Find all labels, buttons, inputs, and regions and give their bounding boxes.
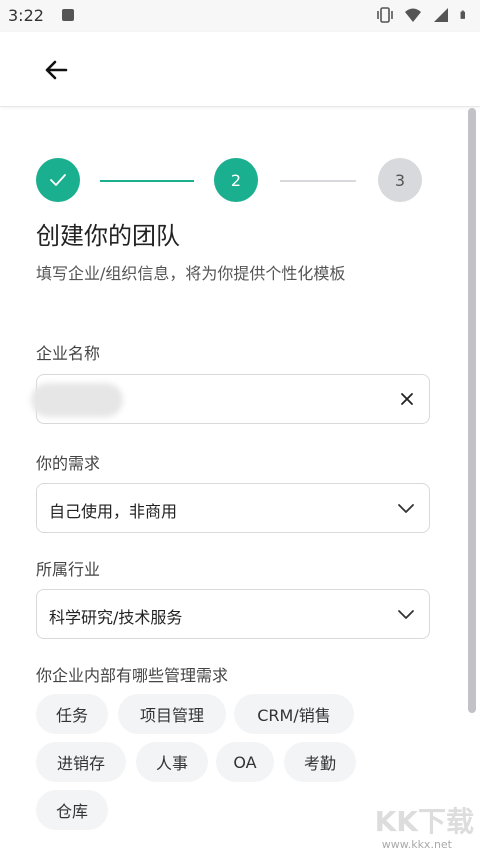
app-bar: [0, 32, 480, 107]
step-connector-1: [100, 180, 194, 182]
company-name-input[interactable]: [31, 374, 430, 424]
company-name-label: 企业名称: [36, 344, 101, 363]
step-3-pending: 3: [378, 158, 422, 202]
chip-warehouse[interactable]: 仓库: [36, 790, 108, 830]
chip-hr[interactable]: 人事: [136, 742, 208, 782]
chip-project-management[interactable]: 项目管理: [118, 694, 226, 734]
watermark-logo: KK下载: [374, 805, 474, 838]
status-bar: 3:22: [0, 0, 480, 32]
chip-task[interactable]: 任务: [36, 694, 108, 734]
chip-attendance[interactable]: 考勤: [284, 742, 356, 782]
notification-icon: [62, 9, 74, 21]
needs-select[interactable]: 自己使用，非商用: [36, 483, 430, 533]
page-subtitle: 填写企业/组织信息，将为你提供个性化模板: [36, 264, 346, 283]
watermark-url: www.kkx.net: [381, 838, 452, 851]
battery-icon: [460, 10, 465, 19]
chevron-down-icon: [398, 504, 414, 513]
status-icons: [376, 7, 470, 23]
needs-label: 你的需求: [36, 454, 101, 473]
step-connector-2: [280, 180, 356, 182]
industry-label: 所属行业: [36, 560, 101, 579]
step-2-active: 2: [214, 158, 258, 202]
arrow-left-icon[interactable]: [40, 54, 72, 86]
progress-stepper: 2 3: [36, 158, 422, 204]
redacted-value: [31, 383, 123, 417]
chip-oa[interactable]: OA: [216, 742, 274, 782]
status-time: 3:22: [8, 6, 44, 25]
step-1-done: [36, 158, 80, 202]
close-icon[interactable]: [399, 391, 415, 407]
chip-crm-sales[interactable]: CRM/销售: [234, 694, 354, 734]
page-title: 创建你的团队: [36, 222, 180, 250]
wifi-icon: [405, 8, 421, 22]
chevron-down-icon: [398, 610, 414, 619]
industry-value: 科学研究/技术服务: [49, 608, 183, 627]
signal-icon: [434, 8, 448, 22]
chip-inventory[interactable]: 进销存: [36, 742, 126, 782]
needs-value: 自己使用，非商用: [49, 502, 178, 521]
management-needs-label: 你企业内部有哪些管理需求: [36, 666, 229, 685]
industry-select[interactable]: 科学研究/技术服务: [36, 589, 430, 639]
vibrate-icon: [377, 7, 393, 23]
check-icon: [50, 174, 66, 186]
scrollbar-thumb[interactable]: [468, 108, 476, 713]
